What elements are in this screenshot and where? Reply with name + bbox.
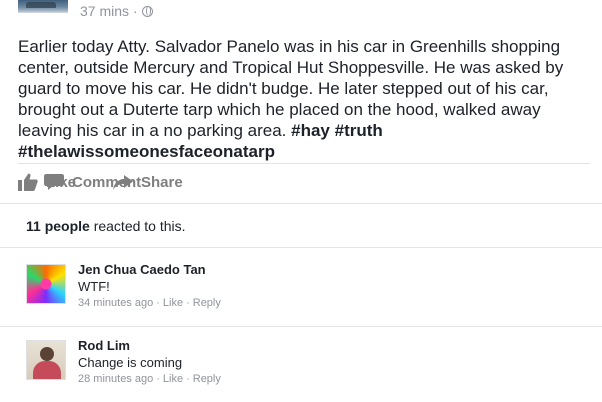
comment-text: WTF! bbox=[78, 279, 110, 294]
comment-meta: 34 minutes ago · Like · Reply bbox=[78, 295, 221, 312]
action-bar: Like Comment Share bbox=[18, 164, 578, 200]
comment-time[interactable]: 28 minutes ago bbox=[78, 371, 153, 388]
hashtag-truth[interactable]: #truth bbox=[335, 121, 383, 140]
poster-avatar[interactable] bbox=[18, 0, 68, 13]
thumbs-up-icon bbox=[18, 173, 38, 191]
divider bbox=[0, 247, 602, 248]
comment-body: Jen Chua Caedo Tan WTF! 34 minutes ago ·… bbox=[78, 262, 221, 312]
comment-body: Rod Lim Change is coming 28 minutes ago … bbox=[78, 338, 221, 388]
divider bbox=[0, 203, 602, 204]
post-text: Earlier today Atty. Salvador Panelo was … bbox=[18, 36, 593, 162]
commenter-name[interactable]: Jen Chua Caedo Tan bbox=[78, 262, 221, 278]
globe-icon[interactable] bbox=[141, 5, 153, 17]
hashtag-hay[interactable]: #hay bbox=[291, 121, 330, 140]
comment-reply-link[interactable]: Reply bbox=[193, 295, 221, 312]
comment-like-link[interactable]: Like bbox=[163, 295, 183, 312]
comment-reply-link[interactable]: Reply bbox=[193, 371, 221, 388]
commenter-avatar[interactable] bbox=[26, 340, 66, 380]
post-timestamp[interactable]: 37 mins bbox=[80, 3, 129, 19]
comment-item: Rod Lim Change is coming 28 minutes ago … bbox=[26, 338, 586, 398]
meta-separator: · bbox=[186, 297, 190, 309]
reactions-suffix: reacted to this. bbox=[89, 218, 186, 234]
commenter-avatar[interactable] bbox=[26, 264, 66, 304]
post-meta: 37 mins · bbox=[80, 2, 153, 20]
comment-label: Comment bbox=[72, 173, 142, 191]
meta-separator: · bbox=[186, 373, 190, 385]
comment-meta: 28 minutes ago · Like · Reply bbox=[78, 371, 221, 388]
comment-icon bbox=[44, 174, 64, 190]
comment-like-link[interactable]: Like bbox=[163, 371, 183, 388]
meta-separator: · bbox=[156, 297, 160, 309]
commenter-name[interactable]: Rod Lim bbox=[78, 338, 221, 354]
meta-separator: · bbox=[133, 3, 138, 19]
reactions-summary[interactable]: 11 people reacted to this. bbox=[26, 218, 186, 234]
comment-time[interactable]: 34 minutes ago bbox=[78, 295, 153, 312]
comment-text: Change is coming bbox=[78, 355, 183, 370]
divider bbox=[0, 326, 602, 327]
comment-item: Jen Chua Caedo Tan WTF! 34 minutes ago ·… bbox=[26, 262, 586, 322]
reactions-count: 11 people bbox=[26, 218, 90, 234]
post-card: 37 mins · Earlier today Atty. Salvador P… bbox=[0, 0, 602, 402]
meta-separator: · bbox=[156, 373, 160, 385]
